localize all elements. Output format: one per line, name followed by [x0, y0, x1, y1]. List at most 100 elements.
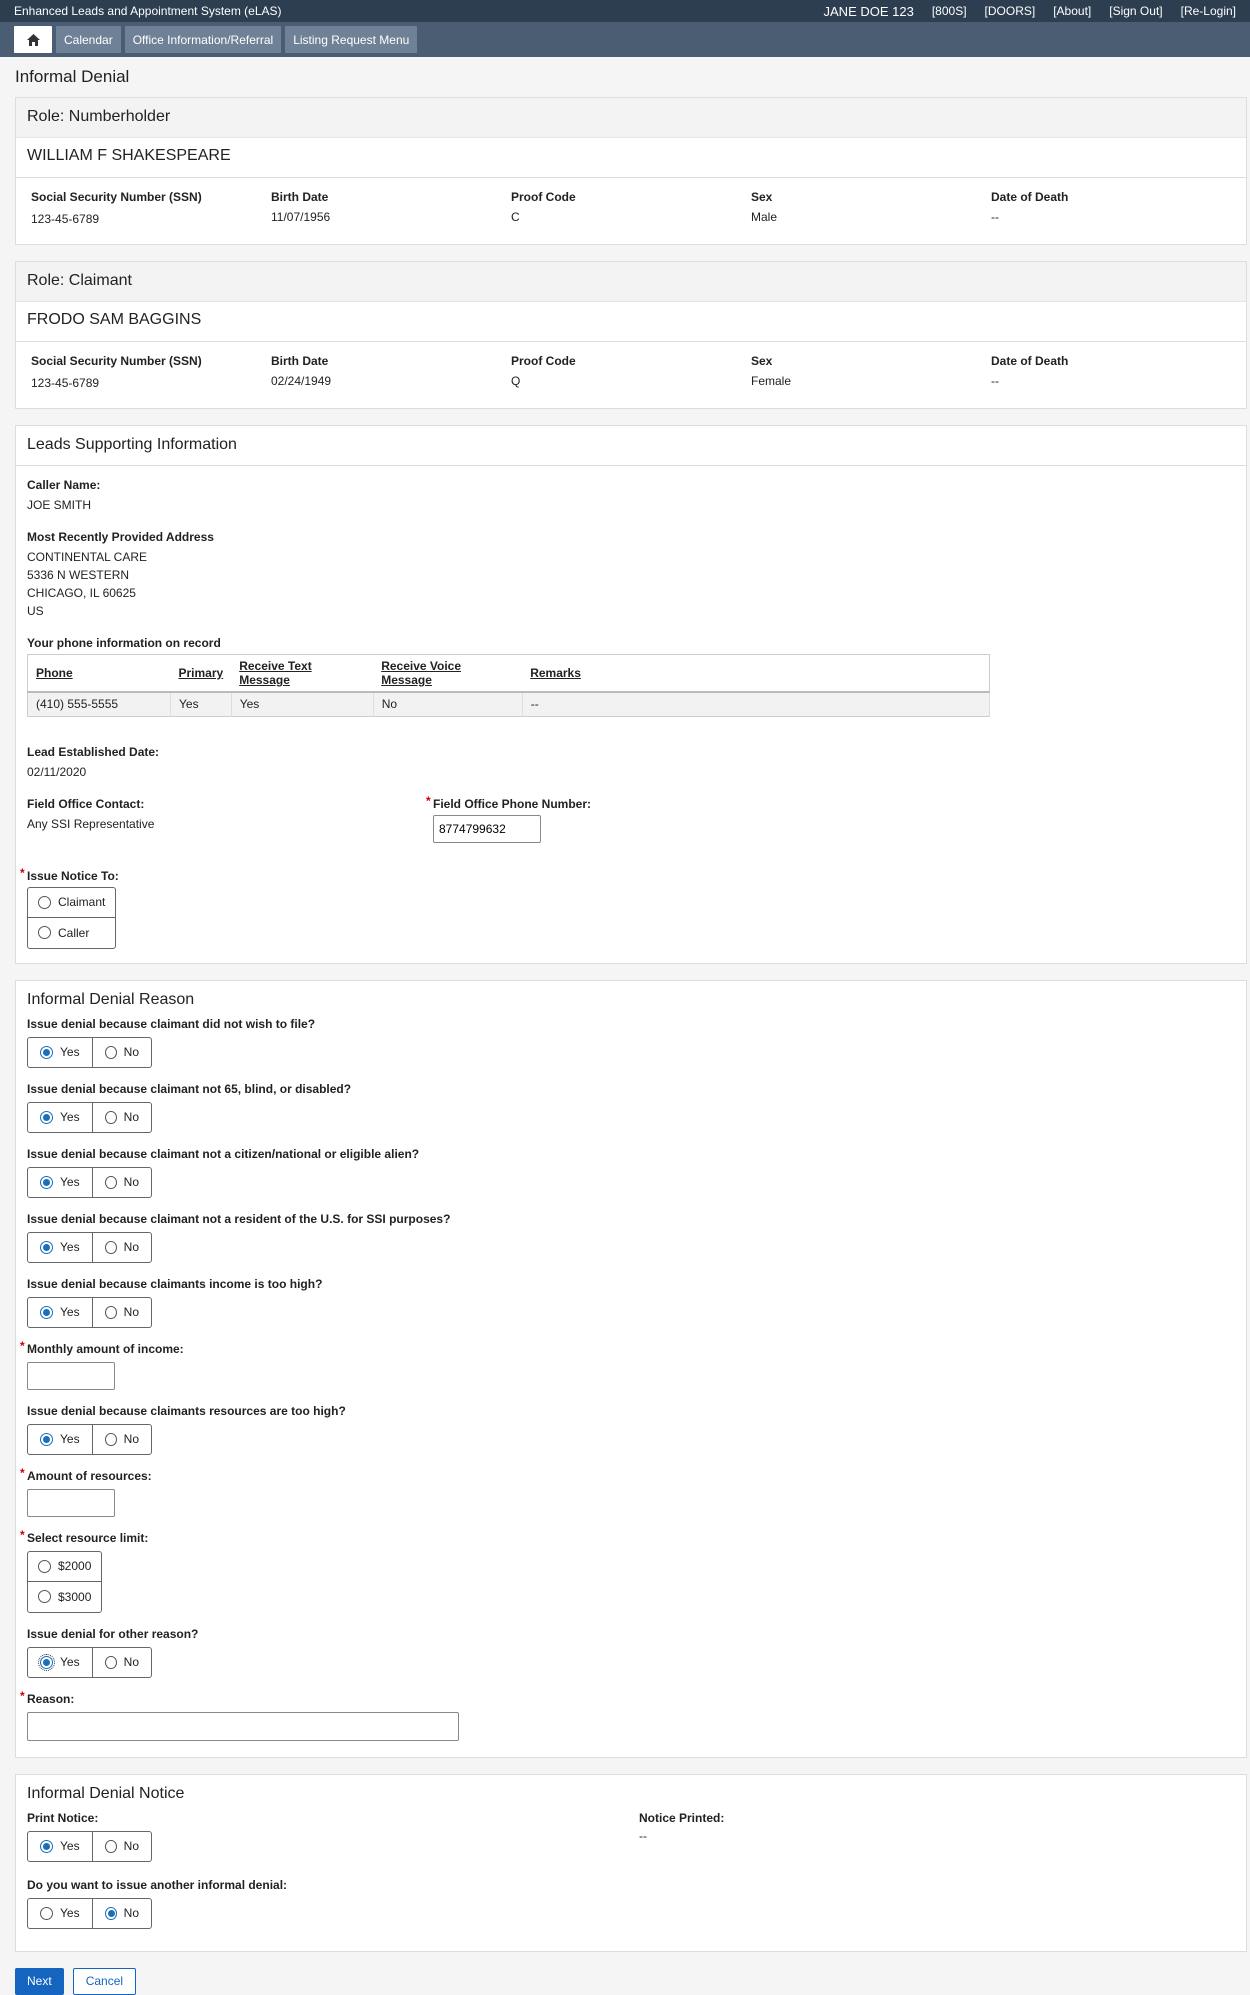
ssn-label: Social Security Number (SSN)	[31, 190, 202, 204]
q1-yes[interactable]: Yes	[28, 1037, 93, 1067]
reason-label: Reason:	[27, 1691, 75, 1706]
yes-label: Yes	[60, 1240, 80, 1254]
remarks-header[interactable]: Remarks	[522, 654, 990, 693]
option-label: $3000	[58, 1589, 92, 1604]
issue-notice-to-radio-group: Claimant Caller	[27, 886, 117, 949]
field-office-phone-input[interactable]	[433, 814, 541, 843]
another-denial-label: Do you want to issue another informal de…	[27, 1877, 288, 1892]
proof-code-value: C	[511, 210, 520, 224]
date-of-death-label: Date of Death	[991, 190, 1069, 204]
voice-message-header[interactable]: Receive Voice Message	[373, 654, 523, 693]
q4-radio-group: Yes No	[27, 1231, 152, 1263]
monthly-income-input[interactable]	[27, 1361, 115, 1390]
print-notice-yes[interactable]: Yes	[28, 1831, 93, 1861]
leads-title: Leads Supporting Information	[16, 426, 1246, 466]
yes-label: Yes	[60, 1045, 80, 1059]
denial-notice-panel: Informal Denial Notice Print Notice: Yes…	[15, 1773, 1247, 1952]
q3-no[interactable]: No	[93, 1168, 151, 1197]
no-label: No	[123, 1240, 139, 1254]
denial-notice-title: Informal Denial Notice	[27, 1784, 185, 1802]
yes-label: Yes	[60, 1305, 80, 1319]
q6-no[interactable]: No	[93, 1425, 151, 1454]
q7-yes[interactable]: Yes	[28, 1647, 93, 1677]
home-button[interactable]	[14, 26, 52, 53]
link-sign-out[interactable]: [Sign Out]	[1109, 4, 1162, 19]
primary-header[interactable]: Primary	[170, 654, 232, 693]
caller-name-value: JOE SMITH	[27, 498, 92, 512]
link-doors[interactable]: [DOORS]	[985, 4, 1036, 19]
next-button[interactable]: Next	[15, 1967, 64, 1995]
nav-office-information[interactable]: Office Information/Referral	[124, 26, 282, 53]
claimant-name: FRODO SAM BAGGINS	[16, 302, 1246, 342]
q6-yes[interactable]: Yes	[28, 1424, 93, 1454]
radio-icon	[38, 926, 51, 939]
main-nav: Calendar Office Information/Referral Lis…	[0, 22, 1250, 57]
issue-to-claimant-option[interactable]: Claimant	[28, 888, 116, 918]
amount-of-resources-input[interactable]	[27, 1488, 115, 1517]
radio-icon	[38, 1559, 51, 1573]
radio-icon	[105, 1045, 117, 1059]
date-of-death-label: Date of Death	[991, 354, 1069, 368]
option-label: Caller	[58, 925, 90, 940]
q3-yes[interactable]: Yes	[28, 1167, 93, 1197]
link-800s[interactable]: [800S]	[932, 4, 967, 19]
q2-no[interactable]: No	[93, 1103, 151, 1132]
date-of-death-value: --	[991, 374, 999, 388]
yes-label: Yes	[60, 1110, 80, 1124]
radio-icon	[105, 1432, 117, 1446]
link-re-login[interactable]: [Re-Login]	[1181, 4, 1236, 19]
q4-yes[interactable]: Yes	[28, 1232, 93, 1262]
nav-calendar[interactable]: Calendar	[56, 26, 121, 53]
q5-yes[interactable]: Yes	[28, 1297, 93, 1327]
radio-selected-icon	[40, 1839, 53, 1853]
notice-printed-label: Notice Printed:	[639, 1810, 725, 1825]
proof-code-label: Proof Code	[511, 190, 576, 204]
q2-yes[interactable]: Yes	[28, 1102, 93, 1132]
leads-panel: Leads Supporting Information Caller Name…	[15, 425, 1247, 964]
option-label: Claimant	[58, 895, 106, 909]
print-notice-label: Print Notice:	[27, 1810, 99, 1825]
issue-to-caller-option[interactable]: Caller	[28, 918, 115, 948]
ssn-value: 123-45-6789	[31, 212, 100, 226]
q-other-reason: Issue denial for other reason?	[27, 1626, 199, 1641]
radio-icon	[105, 1655, 117, 1669]
limit-3000-option[interactable]: $3000	[28, 1582, 101, 1612]
caller-name-label: Caller Name:	[27, 478, 101, 492]
q1-no[interactable]: No	[93, 1038, 151, 1067]
yes-label: Yes	[60, 1175, 80, 1189]
another-denial-radio-group: Yes No	[27, 1897, 152, 1929]
another-denial-no[interactable]: No	[93, 1899, 151, 1928]
text-message-cell: Yes	[231, 692, 374, 716]
yes-label: Yes	[60, 1839, 80, 1853]
link-about[interactable]: [About]	[1053, 4, 1091, 19]
notice-printed-value: --	[639, 1828, 647, 1843]
q-income-too-high: Issue denial because claimants income is…	[27, 1276, 323, 1291]
radio-selected-icon	[40, 1305, 53, 1319]
amount-of-resources-label: Amount of resources:	[27, 1468, 152, 1483]
monthly-income-label: Monthly amount of income:	[27, 1341, 184, 1356]
table-row: (410) 555-5555 Yes Yes No --	[27, 692, 991, 716]
q5-no[interactable]: No	[93, 1298, 151, 1327]
limit-2000-option[interactable]: $2000	[28, 1552, 102, 1582]
nav-listing-request-menu[interactable]: Listing Request Menu	[285, 26, 418, 53]
cancel-button[interactable]: Cancel	[72, 1967, 137, 1995]
print-notice-no[interactable]: No	[93, 1832, 151, 1861]
text-message-header[interactable]: Receive Text Message	[231, 654, 374, 693]
q7-no[interactable]: No	[93, 1648, 151, 1677]
radio-icon	[38, 1590, 51, 1603]
radio-icon	[105, 1175, 117, 1189]
no-label: No	[123, 1655, 139, 1669]
radio-icon	[38, 895, 51, 909]
radio-icon	[105, 1240, 117, 1254]
radio-selected-icon	[40, 1175, 53, 1189]
reason-input[interactable]	[27, 1711, 459, 1741]
q4-no[interactable]: No	[93, 1233, 151, 1262]
print-notice-radio-group: Yes No	[27, 1830, 152, 1862]
another-denial-yes[interactable]: Yes	[28, 1898, 93, 1928]
field-office-contact-label: Field Office Contact:	[27, 796, 145, 811]
sex-value: Male	[751, 210, 778, 224]
address-line-4: US	[27, 604, 44, 618]
phone-header[interactable]: Phone	[27, 654, 171, 693]
address-line-3: CHICAGO, IL 60625	[27, 586, 136, 600]
q-not-65-blind-disabled: Issue denial because claimant not 65, bl…	[27, 1081, 352, 1096]
